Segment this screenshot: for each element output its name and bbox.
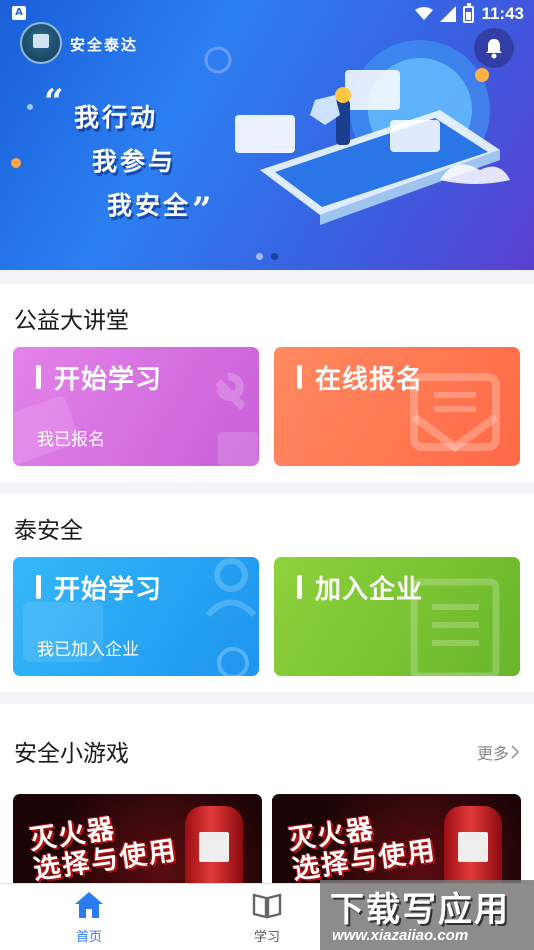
home-icon xyxy=(75,892,103,918)
more-games-link[interactable]: 更多 xyxy=(477,740,520,764)
tab-study[interactable]: 学习 xyxy=(227,890,307,945)
carousel-indicator xyxy=(256,253,278,260)
app-screen: A 11:43 安全泰达 “ 我行动 我参与 我安全 ” 公益大讲堂 开始学习 … xyxy=(0,0,534,950)
carousel-dot-active[interactable] xyxy=(271,253,278,260)
notification-button[interactable] xyxy=(474,28,514,68)
slogan-line-2: 我参与 xyxy=(92,147,177,176)
more-label: 更多 xyxy=(476,744,509,763)
card-accent-bar xyxy=(297,575,302,599)
banner-carousel[interactable]: A 11:43 安全泰达 “ 我行动 我参与 我安全 ” xyxy=(0,0,534,270)
card-accent-bar xyxy=(36,575,41,599)
section-safety-games: 安全小游戏 更多 灭火器 选择与使用 灭火器 选择与使用 xyxy=(0,704,534,884)
card-title: 在线报名 xyxy=(315,365,424,395)
section-tai-safety: 泰安全 开始学习 我已加入企业 加入企业 xyxy=(0,494,534,692)
slogan-line-1: 我行动 xyxy=(74,103,159,132)
close-quote: ” xyxy=(192,190,212,230)
logo-caption: 安全泰达 xyxy=(70,36,139,54)
tab-home[interactable]: 首页 xyxy=(49,890,129,945)
watermark-text: 下载写应用 xyxy=(330,890,510,930)
logo-badge xyxy=(20,22,62,64)
card-subtitle: 我已加入企业 xyxy=(37,640,139,660)
card-title: 加入企业 xyxy=(315,575,424,605)
status-time: 11:43 xyxy=(481,4,524,23)
carousel-dot[interactable] xyxy=(256,253,263,260)
slogan-line-3: 我安全 xyxy=(107,191,192,220)
wifi-icon xyxy=(415,7,434,20)
fire-extinguisher-image xyxy=(185,806,243,884)
start-learning-enterprise-card[interactable]: 开始学习 我已加入企业 xyxy=(13,557,259,676)
book-icon xyxy=(252,893,282,919)
start-learning-card[interactable]: 开始学习 我已报名 xyxy=(13,347,259,466)
card-subtitle: 我已报名 xyxy=(37,430,105,450)
card-title: 开始学习 xyxy=(54,575,163,605)
game-title: 灭火器 选择与使用 xyxy=(27,806,180,884)
tab-label: 学习 xyxy=(253,930,280,945)
fire-extinguisher-image xyxy=(444,806,502,884)
game-title: 灭火器 选择与使用 xyxy=(286,806,438,884)
game-thumbnail[interactable]: 灭火器 选择与使用 xyxy=(13,794,262,884)
app-notification-icon: A xyxy=(12,6,26,20)
section-title: 公益大讲堂 xyxy=(14,308,129,334)
card-accent-bar xyxy=(297,365,302,389)
open-quote: “ xyxy=(44,82,64,122)
game-thumbnail[interactable]: 灭火器 选择与使用 xyxy=(272,794,521,884)
battery-icon xyxy=(463,2,475,23)
card-title: 开始学习 xyxy=(54,365,163,395)
bell-icon xyxy=(486,39,502,59)
section-title: 泰安全 xyxy=(14,518,83,544)
section-public-lecture: 公益大讲堂 开始学习 我已报名 在线报名 xyxy=(0,284,534,482)
card-accent-bar xyxy=(36,365,41,389)
watermark-overlay: 下载写应用 www.xiazaiiao.com xyxy=(320,880,534,950)
join-enterprise-card[interactable]: 加入企业 xyxy=(274,557,520,676)
chevron-right-icon xyxy=(511,745,520,759)
tab-label: 首页 xyxy=(75,930,102,945)
watermark-url: www.xiazaiiao.com xyxy=(332,927,469,944)
section-title: 安全小游戏 xyxy=(14,741,129,767)
online-signup-card[interactable]: 在线报名 xyxy=(274,347,520,466)
status-bar: A 11:43 xyxy=(0,0,534,28)
signal-icon xyxy=(440,6,457,22)
